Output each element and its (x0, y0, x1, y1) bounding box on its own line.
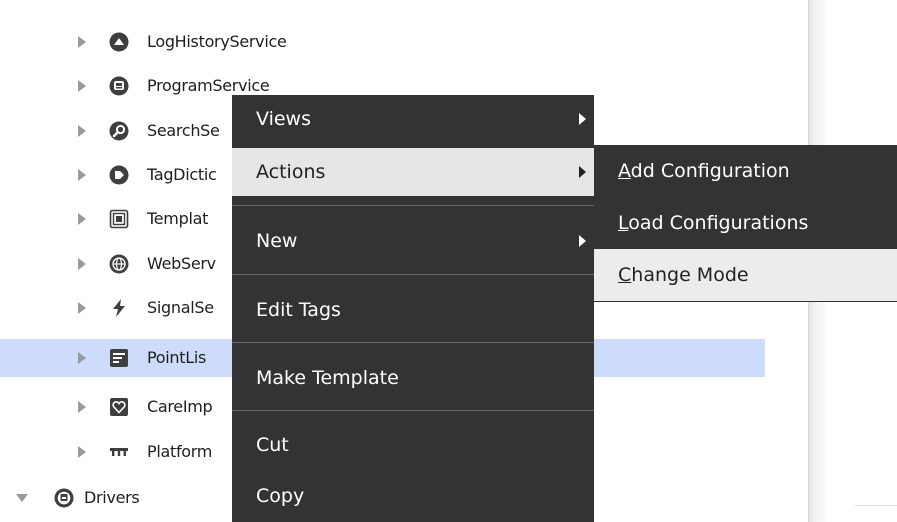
submenu-arrow-icon (579, 235, 586, 247)
expand-arrow-icon[interactable] (78, 169, 86, 181)
menu-item-actions[interactable]: Actions (232, 148, 594, 196)
expand-arrow-icon[interactable] (78, 401, 86, 413)
menu-separator (232, 410, 594, 411)
care-import-icon (109, 397, 129, 417)
menu-item-label: New (256, 230, 298, 252)
collapse-arrow-icon[interactable] (16, 494, 28, 502)
menu-item-label: Edit Tags (256, 299, 341, 321)
expand-arrow-icon[interactable] (78, 36, 86, 48)
menu-item-edit-tags[interactable]: Edit Tags (232, 286, 594, 334)
label-rest: hange Mode (631, 264, 749, 286)
tree-item-label: ProgramService (147, 76, 270, 95)
expand-arrow-icon[interactable] (78, 80, 86, 92)
menu-item-label: Cut (256, 434, 289, 456)
menu-separator (232, 274, 594, 275)
signal-service-icon (109, 298, 129, 318)
menu-item-label: Copy (256, 485, 305, 507)
submenu-item-change-mode[interactable]: Change Mode (594, 249, 897, 301)
menu-item-new[interactable]: New (232, 217, 594, 265)
web-service-icon (109, 254, 129, 274)
submenu-item-label: Add Configuration (618, 159, 790, 183)
context-menu: Views Actions New Edit Tags Make Templat… (232, 95, 594, 522)
expand-arrow-icon[interactable] (78, 125, 86, 137)
mnemonic-letter: A (618, 160, 631, 182)
expand-arrow-icon[interactable] (78, 446, 86, 458)
template-service-icon (109, 209, 129, 229)
submenu-item-load-configurations[interactable]: Load Configurations (594, 197, 897, 249)
expand-arrow-icon[interactable] (78, 302, 86, 314)
menu-item-label: Actions (256, 161, 326, 183)
tree-item-label: SignalSe (147, 298, 214, 317)
expand-arrow-icon[interactable] (78, 258, 86, 270)
tree-item-label: WebServ (147, 254, 216, 273)
label-rest: dd Configuration (630, 160, 790, 182)
menu-item-label: Make Template (256, 367, 399, 389)
tree-item-loghistoryservice[interactable]: LogHistoryService (0, 22, 808, 62)
label-rest: oad Configurations (628, 212, 809, 234)
tree-item-label: SearchSe (147, 121, 220, 140)
drivers-icon (54, 488, 74, 508)
tree-item-label: LogHistoryService (147, 32, 287, 51)
expand-arrow-icon[interactable] (78, 352, 86, 364)
menu-separator (232, 342, 594, 343)
submenu-arrow-icon (579, 113, 586, 125)
actions-submenu: Add Configuration Load Configurations Ch… (594, 145, 897, 302)
menu-item-make-template[interactable]: Make Template (232, 354, 594, 402)
menu-item-cut[interactable]: Cut (232, 421, 594, 469)
log-history-icon (109, 32, 129, 52)
menu-item-views[interactable]: Views (232, 95, 594, 143)
submenu-item-add-configuration[interactable]: Add Configuration (594, 145, 897, 197)
expand-arrow-icon[interactable] (78, 213, 86, 225)
menu-separator (232, 205, 594, 206)
submenu-arrow-icon (579, 166, 586, 178)
submenu-item-label: Load Configurations (618, 211, 808, 235)
mnemonic-letter: C (618, 264, 632, 286)
tree-item-label: Platform (147, 442, 213, 461)
search-service-icon (109, 121, 129, 141)
tree-item-label: PointLis (147, 348, 207, 367)
menu-item-label: Views (256, 108, 311, 130)
submenu-item-label: Change Mode (618, 263, 749, 287)
mnemonic-letter: L (618, 212, 629, 234)
divider (855, 505, 897, 506)
tree-item-label: CareImp (147, 397, 213, 416)
program-service-icon (109, 76, 129, 96)
tree-item-label: Drivers (84, 488, 140, 507)
tree-item-label: TagDictic (147, 165, 217, 184)
platform-icon (109, 442, 129, 462)
tree-item-label: Templat (147, 209, 209, 228)
point-list-icon (109, 348, 129, 368)
tag-dictionary-icon (109, 165, 129, 185)
menu-item-copy[interactable]: Copy (232, 472, 594, 520)
